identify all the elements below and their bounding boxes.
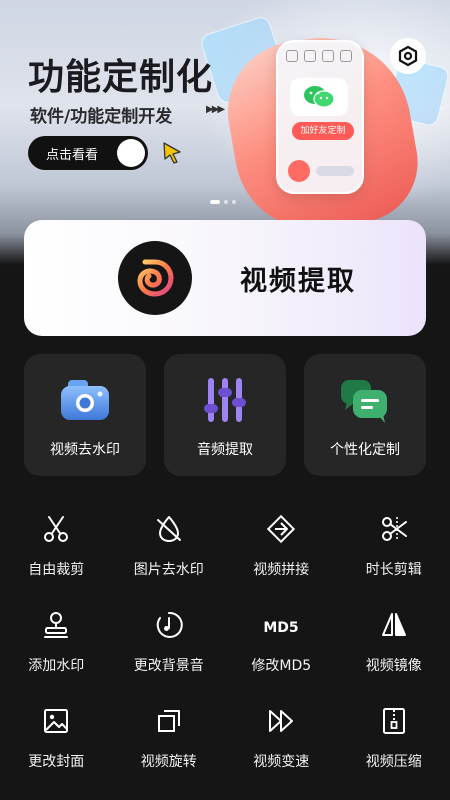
chat-bubbles-icon bbox=[341, 380, 387, 423]
tool-label: 自由裁剪 bbox=[28, 562, 85, 578]
tool-video-mirror[interactable]: 视频镜像 bbox=[338, 600, 450, 696]
md5-icon: MD5 bbox=[264, 620, 298, 636]
tool-label: 图片去水印 bbox=[133, 562, 204, 578]
stamp-icon bbox=[44, 612, 69, 638]
tool-change-bgm[interactable]: 更改背景音 bbox=[113, 600, 226, 696]
feature-extract-audio[interactable]: 音频提取 bbox=[164, 354, 286, 476]
tool-label: 时长剪辑 bbox=[365, 562, 422, 578]
feature-label: 音频提取 bbox=[197, 442, 253, 458]
tool-video-compress[interactable]: 视频压缩 bbox=[338, 696, 450, 792]
feature-label: 视频去水印 bbox=[50, 442, 120, 458]
trim-icon bbox=[381, 517, 407, 541]
tool-video-splice[interactable]: 视频拼接 bbox=[225, 504, 338, 600]
banner-title: 功能定制化 bbox=[28, 57, 214, 98]
splice-icon bbox=[267, 514, 296, 544]
video-extract-label: 视频提取 bbox=[240, 265, 356, 297]
hexagon-settings-icon bbox=[398, 45, 418, 67]
toggle-knob bbox=[117, 139, 145, 167]
settings-button[interactable] bbox=[390, 38, 426, 74]
tool-label: 视频变速 bbox=[253, 754, 310, 770]
tool-label: 视频压缩 bbox=[365, 754, 422, 770]
phone-bar bbox=[316, 166, 354, 176]
toggle-label: 点击看看 bbox=[46, 148, 99, 163]
tool-change-cover[interactable]: 更改封面 bbox=[0, 696, 113, 792]
rotate-icon bbox=[157, 710, 180, 732]
tool-label: 更改背景音 bbox=[133, 658, 204, 674]
image-icon bbox=[44, 709, 69, 733]
tool-row: 更改封面 视频旋转 视频变速 视频压缩 bbox=[0, 696, 450, 792]
tool-free-crop[interactable]: 自由裁剪 bbox=[0, 504, 113, 600]
tool-label: 视频拼接 bbox=[253, 562, 310, 578]
tool-change-md5[interactable]: MD5 修改MD5 bbox=[225, 600, 338, 696]
tool-label: 视频旋转 bbox=[140, 754, 197, 770]
tool-duration-trim[interactable]: 时长剪辑 bbox=[338, 504, 450, 600]
scissors-icon bbox=[44, 516, 69, 542]
phone-status-icons bbox=[286, 50, 352, 64]
tool-label: 添加水印 bbox=[28, 658, 85, 674]
add-friend-label: 加好友定制 bbox=[292, 122, 354, 140]
tool-add-watermark[interactable]: 添加水印 bbox=[0, 600, 113, 696]
wechat-icon bbox=[290, 78, 348, 116]
camera-icon bbox=[61, 380, 109, 420]
tool-row: 自由裁剪 图片去水印 视频拼接 时长剪辑 bbox=[0, 504, 450, 600]
no-watermark-icon bbox=[156, 516, 181, 542]
app-logo-icon bbox=[118, 241, 192, 315]
tool-label: 视频镜像 bbox=[365, 658, 422, 674]
feature-label: 个性化定制 bbox=[330, 442, 400, 458]
compress-icon bbox=[382, 708, 405, 734]
equalizer-icon bbox=[204, 378, 246, 422]
banner-subtitle: 软件/功能定制开发 bbox=[30, 107, 173, 127]
search-icon bbox=[288, 160, 310, 182]
pointer-cursor-icon bbox=[163, 142, 181, 164]
video-extract-card[interactable]: 视频提取 bbox=[24, 220, 426, 336]
feature-remove-video-watermark[interactable]: 视频去水印 bbox=[24, 354, 146, 476]
feature-cards: 视频去水印 音频提取 个性化定制 bbox=[24, 354, 426, 476]
tool-video-speed[interactable]: 视频变速 bbox=[225, 696, 338, 792]
tool-row: 添加水印 更改背景音 MD5 修改MD5 视频镜像 bbox=[0, 600, 450, 696]
tool-label: 更改封面 bbox=[28, 754, 85, 770]
feature-customize[interactable]: 个性化定制 bbox=[304, 354, 426, 476]
tool-label: 修改MD5 bbox=[251, 658, 312, 674]
tool-video-rotate[interactable]: 视频旋转 bbox=[113, 696, 226, 792]
music-note-icon bbox=[156, 611, 183, 638]
tool-remove-image-watermark[interactable]: 图片去水印 bbox=[113, 504, 226, 600]
fast-forward-icon bbox=[269, 710, 294, 732]
triple-chevron-icon: ▶▶▶ bbox=[206, 104, 225, 115]
mirror-icon bbox=[381, 613, 406, 636]
tool-grid: 自由裁剪 图片去水印 视频拼接 时长剪辑 添加水印 更改背景音 MD5 修改MD… bbox=[0, 504, 450, 792]
carousel-indicator bbox=[210, 200, 236, 204]
svg-text:MD5: MD5 bbox=[264, 620, 298, 636]
phone-illustration: 加好友定制 bbox=[276, 40, 364, 194]
view-more-toggle[interactable]: 点击看看 bbox=[28, 136, 148, 170]
